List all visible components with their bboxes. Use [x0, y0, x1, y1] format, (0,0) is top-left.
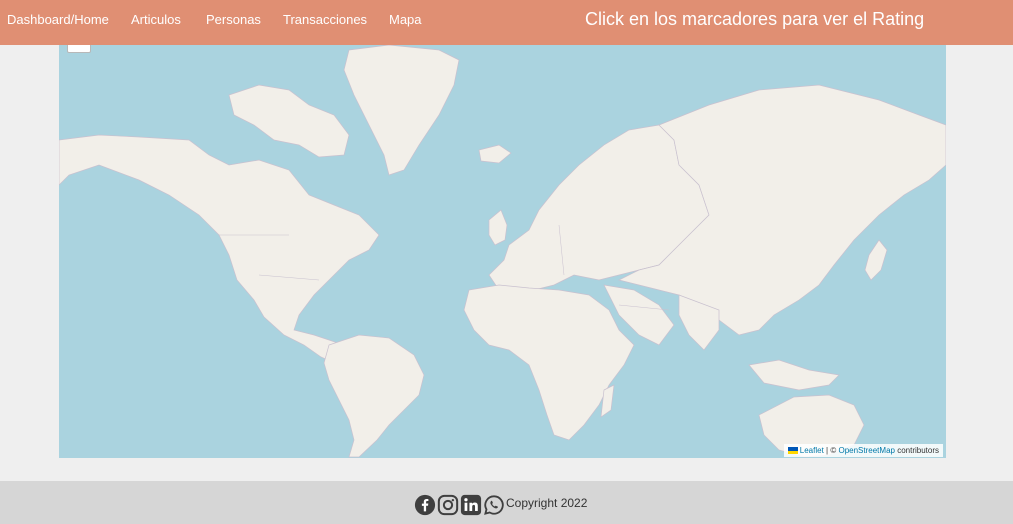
- nav-link-dashboard-home[interactable]: Dashboard/Home: [7, 12, 109, 27]
- nav-link-articulos[interactable]: Articulos: [131, 12, 181, 27]
- japan: [864, 239, 888, 281]
- greenland: [343, 45, 460, 176]
- world-map[interactable]: Leaflet | © OpenStreetMap contributors: [59, 45, 946, 458]
- copyright-text: Copyright 2022: [506, 496, 588, 510]
- whatsapp-icon[interactable]: [483, 494, 505, 516]
- attribution-separator: | ©: [826, 446, 837, 455]
- openstreetmap-link[interactable]: OpenStreetMap: [838, 446, 894, 455]
- zoom-in-button[interactable]: [67, 45, 91, 53]
- page-footer: Copyright 2022: [0, 481, 1013, 524]
- nav-link-personas[interactable]: Personas: [206, 12, 261, 27]
- iceland: [478, 144, 512, 164]
- map-tiles: [59, 45, 946, 458]
- top-navbar: Dashboard/Home Articulos Personas Transa…: [0, 0, 1013, 45]
- ukraine-flag-icon: [787, 447, 798, 455]
- leaflet-link[interactable]: Leaflet: [800, 446, 824, 455]
- nav-link-transacciones[interactable]: Transacciones: [283, 12, 367, 27]
- attribution-suffix: contributors: [897, 446, 939, 455]
- nav-link-mapa[interactable]: Mapa: [389, 12, 422, 27]
- british-isles: [488, 209, 508, 246]
- south-america-landmass: [323, 334, 425, 458]
- africa-landmass: [463, 284, 635, 441]
- southeast-asia-islands: [748, 359, 840, 391]
- arctic-islands: [228, 84, 350, 158]
- north-america-landmass: [59, 134, 380, 366]
- map-attribution: Leaflet | © OpenStreetMap contributors: [783, 444, 943, 457]
- linkedin-icon[interactable]: [460, 494, 482, 516]
- map-instruction-text: Click en los marcadores para ver el Rati…: [585, 9, 925, 29]
- facebook-icon[interactable]: [414, 494, 436, 516]
- instagram-icon[interactable]: [437, 494, 459, 516]
